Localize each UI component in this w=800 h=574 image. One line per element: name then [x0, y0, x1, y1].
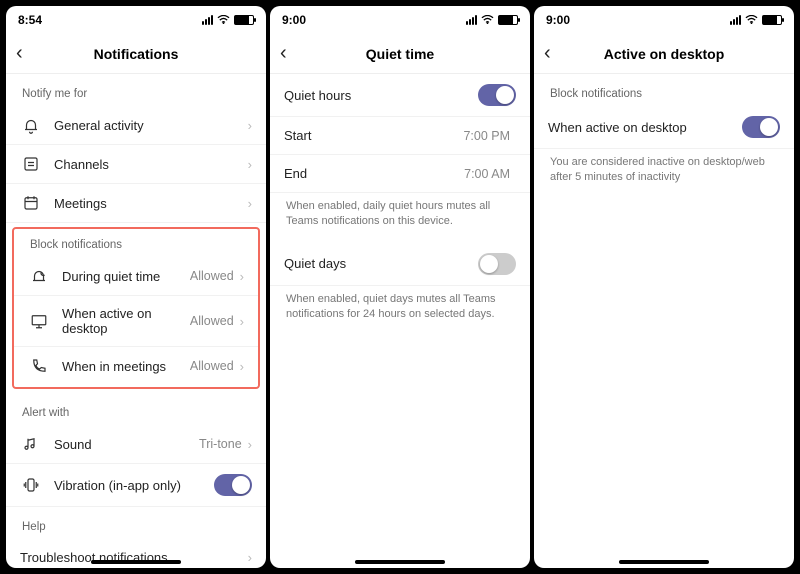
row-value: Allowed — [190, 314, 234, 328]
section-help: Help — [6, 507, 266, 539]
phone-icon — [28, 357, 50, 375]
active-desktop-toggle[interactable] — [742, 116, 780, 138]
content-scroll[interactable]: Notify me for General activity › Channel… — [6, 74, 266, 568]
row-value: 7:00 AM — [464, 167, 510, 181]
chevron-right-icon: › — [248, 437, 252, 452]
row-start-time[interactable]: Start 7:00 PM — [270, 117, 530, 155]
vibration-toggle[interactable] — [214, 474, 252, 496]
row-when-active-on-desktop[interactable]: When active on desktop — [534, 106, 794, 149]
quiet-hours-toggle[interactable] — [478, 84, 516, 106]
row-vibration[interactable]: Vibration (in-app only) — [6, 464, 266, 507]
status-time: 9:00 — [546, 13, 570, 27]
status-time: 8:54 — [18, 13, 42, 27]
content-scroll[interactable]: Block notifications When active on deskt… — [534, 74, 794, 568]
content-scroll[interactable]: Quiet hours Start 7:00 PM End 7:00 AM Wh… — [270, 74, 530, 568]
chevron-right-icon: › — [248, 157, 252, 172]
quiet-icon — [28, 267, 50, 285]
channels-icon — [20, 155, 42, 173]
calendar-icon — [20, 194, 42, 212]
wifi-icon — [745, 15, 758, 25]
wifi-icon — [217, 15, 230, 25]
battery-icon — [234, 15, 254, 25]
row-label: When active on desktop — [62, 306, 190, 336]
status-bar: 9:00 — [270, 6, 530, 34]
row-value: Tri-tone — [199, 437, 242, 451]
row-label: End — [284, 166, 464, 181]
chevron-right-icon: › — [248, 550, 252, 565]
quiet-days-help: When enabled, quiet days mutes all Teams… — [270, 286, 530, 336]
block-notifications-highlight: Block notifications During quiet time Al… — [12, 227, 260, 389]
row-label: Meetings — [54, 196, 248, 211]
section-alert-with: Alert with — [6, 393, 266, 425]
row-sound[interactable]: Sound Tri-tone › — [6, 425, 266, 464]
row-label: Quiet days — [284, 256, 478, 271]
page-title: Notifications — [94, 46, 179, 62]
row-troubleshoot[interactable]: Troubleshoot notifications › — [6, 539, 266, 568]
status-icons — [730, 15, 782, 25]
row-label: When in meetings — [62, 359, 190, 374]
status-time: 9:00 — [282, 13, 306, 27]
status-icons — [202, 15, 254, 25]
phone-screen-active-on-desktop: 9:00 ‹ Active on desktop Block notificat… — [534, 6, 794, 568]
back-button[interactable]: ‹ — [544, 42, 551, 65]
signal-icon — [202, 15, 213, 25]
status-bar: 9:00 — [534, 6, 794, 34]
phone-screen-quiet-time: 9:00 ‹ Quiet time Quiet hours Start 7:00… — [270, 6, 530, 568]
vibration-icon — [20, 476, 42, 494]
row-label: Quiet hours — [284, 88, 478, 103]
page-title: Active on desktop — [604, 46, 725, 62]
quiet-days-toggle[interactable] — [478, 253, 516, 275]
row-end-time[interactable]: End 7:00 AM — [270, 155, 530, 193]
section-block-notifications: Block notifications — [14, 229, 258, 257]
quiet-hours-help: When enabled, daily quiet hours mutes al… — [270, 193, 530, 243]
chevron-right-icon: › — [240, 359, 244, 374]
chevron-right-icon: › — [240, 314, 244, 329]
row-quiet-hours[interactable]: Quiet hours — [270, 74, 530, 117]
row-quiet-days[interactable]: Quiet days — [270, 243, 530, 286]
chevron-right-icon: › — [248, 196, 252, 211]
row-when-in-meetings[interactable]: When in meetings Allowed › — [14, 347, 258, 385]
row-label: Start — [284, 128, 463, 143]
section-block-notifications: Block notifications — [534, 74, 794, 106]
row-meetings[interactable]: Meetings › — [6, 184, 266, 223]
chevron-right-icon: › — [240, 269, 244, 284]
status-icons — [466, 15, 518, 25]
active-desktop-help: You are considered inactive on desktop/w… — [534, 149, 794, 199]
row-label: Sound — [54, 437, 199, 452]
row-label: Channels — [54, 157, 248, 172]
back-button[interactable]: ‹ — [280, 42, 287, 65]
row-label: When active on desktop — [548, 120, 742, 135]
row-label: During quiet time — [62, 269, 190, 284]
wifi-icon — [481, 15, 494, 25]
row-label: Vibration (in-app only) — [54, 478, 214, 493]
row-value: 7:00 PM — [463, 129, 510, 143]
battery-icon — [762, 15, 782, 25]
page-title: Quiet time — [366, 46, 434, 62]
nav-header: ‹ Notifications — [6, 34, 266, 74]
back-button[interactable]: ‹ — [16, 42, 23, 65]
row-during-quiet-time[interactable]: During quiet time Allowed › — [14, 257, 258, 296]
section-notify-me-for: Notify me for — [6, 74, 266, 106]
row-label: General activity — [54, 118, 248, 133]
row-active-on-desktop[interactable]: When active on desktop Allowed › — [14, 296, 258, 347]
desktop-icon — [28, 312, 50, 330]
row-channels[interactable]: Channels › — [6, 145, 266, 184]
nav-header: ‹ Quiet time — [270, 34, 530, 74]
signal-icon — [466, 15, 477, 25]
chevron-right-icon: › — [248, 118, 252, 133]
battery-icon — [498, 15, 518, 25]
nav-header: ‹ Active on desktop — [534, 34, 794, 74]
sound-icon — [20, 435, 42, 453]
row-general-activity[interactable]: General activity › — [6, 106, 266, 145]
row-label: Troubleshoot notifications — [20, 550, 248, 565]
signal-icon — [730, 15, 741, 25]
row-value: Allowed — [190, 359, 234, 373]
bell-icon — [20, 116, 42, 134]
status-bar: 8:54 — [6, 6, 266, 34]
phone-screen-notifications: 8:54 ‹ Notifications Notify me for Gener… — [6, 6, 266, 568]
row-value: Allowed — [190, 269, 234, 283]
